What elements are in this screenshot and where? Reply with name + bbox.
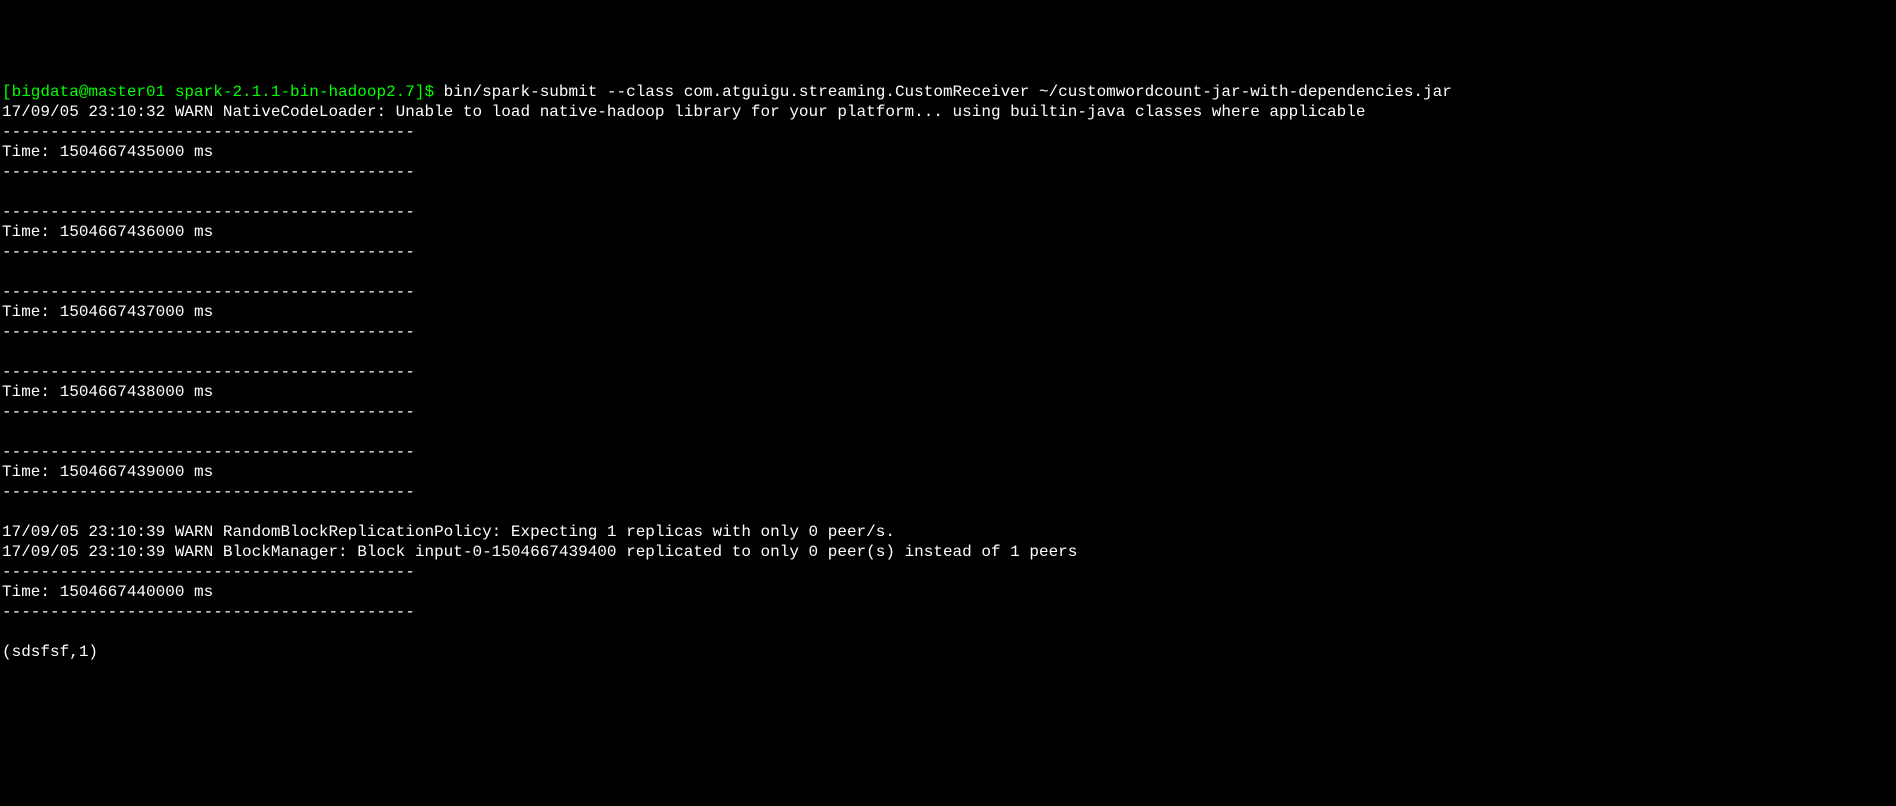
command-input: bin/spark-submit --class com.atguigu.str… bbox=[444, 83, 1452, 101]
divider: ----------------------------------------… bbox=[2, 323, 415, 341]
warn-line-1: 17/09/05 23:10:32 WARN NativeCodeLoader:… bbox=[2, 103, 1365, 121]
time-label-4: Time: 1504667438000 ms bbox=[2, 383, 213, 401]
result-output: (sdsfsf,1) bbox=[2, 643, 98, 661]
divider: ----------------------------------------… bbox=[2, 163, 415, 181]
time-label-3: Time: 1504667437000 ms bbox=[2, 303, 213, 321]
warn-line-2: 17/09/05 23:10:39 WARN RandomBlockReplic… bbox=[2, 523, 895, 541]
divider: ----------------------------------------… bbox=[2, 283, 415, 301]
shell-prompt: [bigdata@master01 spark-2.1.1-bin-hadoop… bbox=[2, 83, 444, 101]
divider: ----------------------------------------… bbox=[2, 483, 415, 501]
divider: ----------------------------------------… bbox=[2, 403, 415, 421]
time-label-2: Time: 1504667436000 ms bbox=[2, 223, 213, 241]
divider: ----------------------------------------… bbox=[2, 123, 415, 141]
time-label-1: Time: 1504667435000 ms bbox=[2, 143, 213, 161]
divider: ----------------------------------------… bbox=[2, 443, 415, 461]
time-label-6: Time: 1504667440000 ms bbox=[2, 583, 213, 601]
time-label-5: Time: 1504667439000 ms bbox=[2, 463, 213, 481]
divider: ----------------------------------------… bbox=[2, 563, 415, 581]
divider: ----------------------------------------… bbox=[2, 603, 415, 621]
terminal-output[interactable]: [bigdata@master01 spark-2.1.1-bin-hadoop… bbox=[2, 82, 1894, 662]
divider: ----------------------------------------… bbox=[2, 203, 415, 221]
divider: ----------------------------------------… bbox=[2, 243, 415, 261]
divider: ----------------------------------------… bbox=[2, 363, 415, 381]
warn-line-3: 17/09/05 23:10:39 WARN BlockManager: Blo… bbox=[2, 543, 1077, 561]
